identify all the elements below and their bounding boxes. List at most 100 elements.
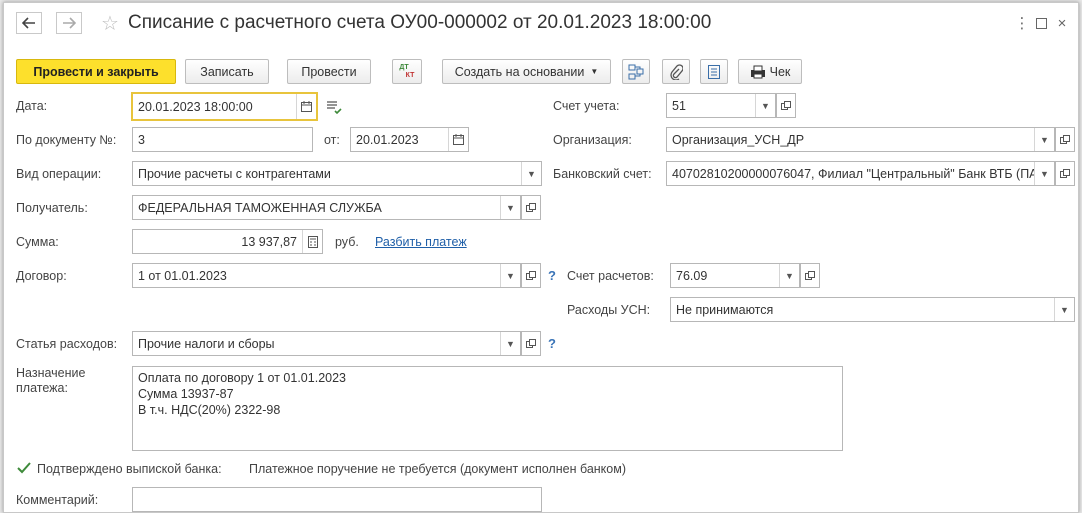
open-icon[interactable]	[1055, 127, 1075, 152]
open-icon[interactable]	[776, 93, 796, 118]
list-icon	[708, 64, 720, 79]
recipient-value: ФЕДЕРАЛЬНАЯ ТАМОЖЕННАЯ СЛУЖБА	[138, 200, 382, 215]
receipt-label: Чек	[769, 64, 791, 79]
organization-label: Организация:	[553, 133, 632, 147]
organization-value: Организация_УСН_ДР	[672, 132, 805, 147]
bank-confirmed-label: Подтверждено выпиской банка:	[37, 462, 222, 476]
open-icon[interactable]	[1055, 161, 1075, 186]
account-value: 51	[672, 98, 686, 113]
operation-type-value: Прочие расчеты с контрагентами	[138, 166, 331, 181]
recipient-label: Получатель:	[16, 201, 88, 215]
expense-item-select[interactable]: Прочие налоги и сборы ▼	[132, 331, 521, 356]
open-icon[interactable]	[521, 195, 541, 220]
comment-input[interactable]	[132, 487, 542, 512]
calendar-icon	[453, 134, 464, 145]
dt-kt-button[interactable]: ДТ КТ	[392, 59, 422, 84]
dt-label: ДТ	[399, 63, 409, 71]
bank-confirmed-checkbox[interactable]	[17, 461, 31, 475]
calendar-icon	[301, 101, 312, 112]
receipt-button[interactable]: Чек	[738, 59, 802, 84]
help-icon[interactable]: ?	[548, 268, 556, 283]
currency-label: руб.	[335, 235, 359, 249]
recipient-select[interactable]: ФЕДЕРАЛЬНАЯ ТАМОЖЕННАЯ СЛУЖБА ▼	[132, 195, 521, 220]
date-field[interactable]: 20.01.2023 18:00:00	[131, 92, 318, 121]
post-button[interactable]: Провести	[287, 59, 371, 84]
usn-expenses-label: Расходы УСН:	[567, 303, 651, 317]
dropdown-icon[interactable]: ▼	[500, 264, 520, 287]
dropdown-icon[interactable]: ▼	[500, 196, 520, 219]
split-payment-link[interactable]: Разбить платеж	[375, 235, 467, 249]
dropdown-icon[interactable]: ▼	[1034, 128, 1054, 151]
settlement-account-value: 76.09	[676, 268, 708, 283]
dropdown-icon: ▼	[590, 67, 599, 76]
bank-account-value: 40702810200000076047, Филиал "Центральны…	[672, 166, 1034, 181]
calculator-button[interactable]	[302, 230, 322, 253]
organization-select[interactable]: Организация_УСН_ДР ▼	[666, 127, 1055, 152]
dropdown-icon[interactable]: ▼	[1034, 162, 1054, 185]
back-button[interactable]	[16, 12, 42, 34]
help-icon[interactable]: ?	[548, 336, 556, 351]
dropdown-icon[interactable]: ▼	[755, 94, 775, 117]
payment-purpose-textarea[interactable]: Оплата по договору 1 от 01.01.2023 Сумма…	[132, 366, 843, 451]
attach-button[interactable]	[662, 59, 690, 84]
kt-label: КТ	[405, 71, 415, 79]
open-icon[interactable]	[521, 263, 541, 288]
doc-date-label: от:	[324, 133, 340, 147]
document-window: ☆ Списание с расчетного счета ОУ00-00000…	[3, 2, 1079, 513]
expense-item-label: Статья расходов:	[16, 337, 118, 351]
purpose-label-line2: платежа:	[16, 381, 68, 395]
expense-item-value: Прочие налоги и сборы	[138, 336, 275, 351]
bank-account-select[interactable]: 40702810200000076047, Филиал "Центральны…	[666, 161, 1055, 186]
usn-expenses-select[interactable]: Не принимаются ▼	[670, 297, 1075, 322]
amount-label: Сумма:	[16, 235, 59, 249]
create-based-on-button[interactable]: Создать на основании ▼	[442, 59, 611, 84]
amount-input[interactable]: 13 937,87	[132, 229, 323, 254]
attach-icon	[670, 63, 683, 80]
doc-date-field[interactable]: 20.01.2023	[350, 127, 469, 152]
dropdown-icon[interactable]: ▼	[1054, 298, 1074, 321]
account-label: Счет учета:	[553, 99, 620, 113]
save-button[interactable]: Записать	[185, 59, 269, 84]
edit-list-icon[interactable]	[326, 100, 342, 117]
dropdown-icon[interactable]: ▼	[779, 264, 799, 287]
date-value: 20.01.2023 18:00:00	[138, 99, 253, 114]
calendar-button[interactable]	[448, 128, 468, 151]
contract-value: 1 от 01.01.2023	[138, 268, 227, 283]
settlement-account-label: Счет расчетов:	[567, 269, 654, 283]
comment-label: Комментарий:	[16, 493, 99, 507]
contract-label: Договор:	[16, 269, 67, 283]
back-arrow-icon	[22, 17, 35, 29]
usn-expenses-value: Не принимаются	[676, 302, 774, 317]
maximize-icon[interactable]	[1034, 16, 1048, 30]
bank-account-label: Банковский счет:	[553, 167, 652, 181]
favorite-star-icon[interactable]: ☆	[101, 11, 119, 36]
open-icon[interactable]	[521, 331, 541, 356]
structure-button[interactable]	[622, 59, 650, 84]
close-icon[interactable]: ×	[1055, 15, 1069, 32]
doc-number-label: По документу №:	[16, 133, 117, 147]
open-icon[interactable]	[800, 263, 820, 288]
payment-order-note: Платежное поручение не требуется (докуме…	[249, 462, 626, 476]
receipt-printer-icon	[750, 65, 765, 78]
purpose-line: В т.ч. НДС(20%) 2322-98	[138, 403, 281, 417]
calculator-icon	[307, 235, 318, 248]
doc-date-value: 20.01.2023	[356, 132, 419, 147]
operation-type-select[interactable]: Прочие расчеты с контрагентами ▼	[132, 161, 542, 186]
calendar-button[interactable]	[296, 94, 316, 119]
date-label: Дата:	[16, 99, 48, 113]
structure-icon	[628, 64, 644, 79]
dropdown-icon[interactable]: ▼	[521, 162, 541, 185]
doc-number-input[interactable]: 3	[132, 127, 313, 152]
account-select[interactable]: 51 ▼	[666, 93, 776, 118]
forward-button[interactable]	[56, 12, 82, 34]
purpose-line: Сумма 13937-87	[138, 387, 234, 401]
doc-number-value: 3	[138, 132, 145, 147]
dropdown-icon[interactable]: ▼	[500, 332, 520, 355]
contract-select[interactable]: 1 от 01.01.2023 ▼	[132, 263, 521, 288]
post-and-close-button[interactable]: Провести и закрыть	[16, 59, 176, 84]
more-menu-icon[interactable]: ⋮	[1015, 15, 1030, 32]
purpose-line: Оплата по договору 1 от 01.01.2023	[138, 371, 346, 385]
forward-arrow-icon	[63, 17, 76, 29]
list-button[interactable]	[700, 59, 728, 84]
settlement-account-select[interactable]: 76.09 ▼	[670, 263, 800, 288]
